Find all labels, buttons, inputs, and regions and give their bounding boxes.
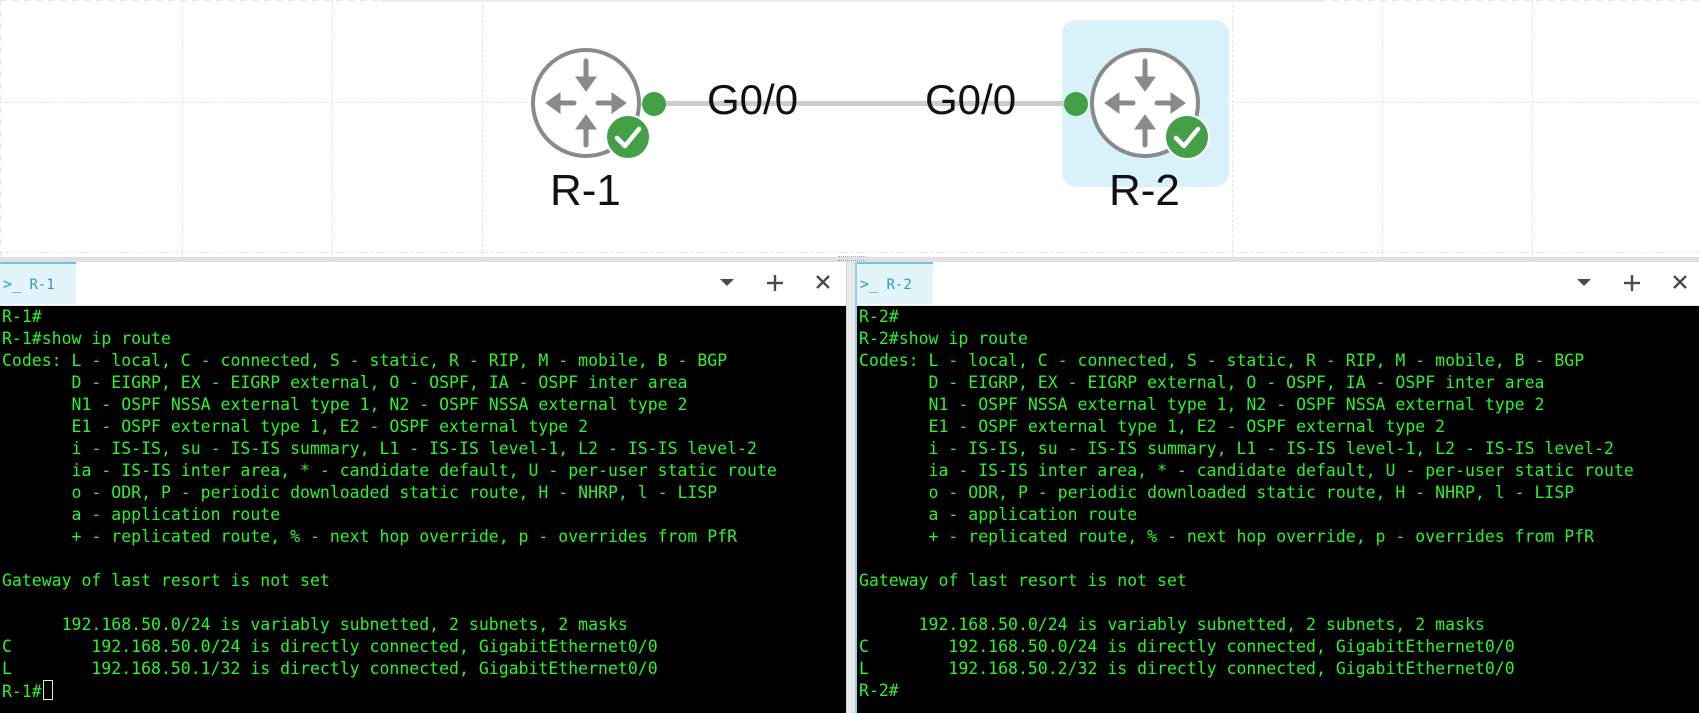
- grid-line: [482, 0, 483, 257]
- topology-canvas[interactable]: G0/0 R-1 G0/0 R-2: [0, 0, 1699, 257]
- close-pane-button[interactable]: [810, 270, 836, 296]
- terminal-cursor: [42, 680, 53, 700]
- terminal-line: i - IS-IS, su - IS-IS summary, L1 - IS-I…: [859, 439, 1614, 458]
- terminal-line: Codes: L - local, C - connected, S - sta…: [2, 351, 728, 370]
- terminal-line: ia - IS-IS inter area, * - candidate def…: [859, 461, 1634, 480]
- terminal-line: R-2#: [859, 307, 899, 326]
- terminal-line: C 192.168.50.0/24 is directly connected,…: [859, 637, 1515, 656]
- terminal-prompt-line: R-2#: [859, 680, 1699, 702]
- terminal-line: E1 - OSPF external type 1, E2 - OSPF ext…: [859, 417, 1446, 436]
- interface-label-r2: G0/0: [925, 76, 1017, 123]
- console-tabbar: >_ R-1: [0, 262, 846, 306]
- terminal-line: + - replicated route, % - next hop overr…: [2, 527, 738, 546]
- terminal-line: o - ODR, P - periodic downloaded static …: [2, 483, 718, 502]
- terminal-line: L 192.168.50.2/32 is directly connected,…: [859, 659, 1515, 678]
- terminal-output[interactable]: R-1# R-1#show ip route Codes: L - local, C…: [0, 306, 846, 713]
- canvas-top-strip: [380, 0, 1325, 2]
- grid-line: [182, 0, 183, 257]
- terminal-line: Codes: L - local, C - connected, S - sta…: [859, 351, 1585, 370]
- terminal-line: i - IS-IS, su - IS-IS summary, L1 - IS-I…: [2, 439, 757, 458]
- terminal-prompt: R-1#: [2, 682, 42, 701]
- terminal-prompt-icon: >_: [3, 275, 22, 293]
- terminal-line: ia - IS-IS inter area, * - candidate def…: [2, 461, 777, 480]
- check-icon: [605, 114, 651, 160]
- terminal-prompt-icon: >_: [860, 275, 879, 293]
- close-icon: [1673, 275, 1687, 289]
- splitter-grip-handle[interactable]: [838, 256, 866, 261]
- port-r1-g0-0[interactable]: [642, 92, 666, 116]
- console-pane-r1: >_ R-1 R-1# R-1#show ip route Codes: L - l…: [0, 262, 846, 713]
- grid-line: [332, 0, 333, 257]
- terminal-line: L 192.168.50.1/32 is directly connected,…: [2, 659, 658, 678]
- terminal-line: N1 - OSPF NSSA external type 1, N2 - OSP…: [859, 395, 1545, 414]
- terminal-line: D - EIGRP, EX - EIGRP external, O - OSPF…: [859, 373, 1545, 392]
- new-tab-button[interactable]: [762, 270, 788, 296]
- grid-line: [0, 252, 1699, 253]
- terminal-line: C 192.168.50.0/24 is directly connected,…: [2, 637, 658, 656]
- caret-down-icon: [1577, 279, 1591, 286]
- terminal-prompt-line: R-1#: [2, 680, 846, 702]
- terminal-prompt: R-2#: [859, 681, 899, 700]
- console-tab-r1[interactable]: >_ R-1: [0, 262, 76, 304]
- terminal-line: R-2#show ip route: [859, 329, 1028, 348]
- terminal-line: o - ODR, P - periodic downloaded static …: [859, 483, 1575, 502]
- console-tabbar: >_ R-2: [857, 262, 1699, 306]
- close-icon: [816, 275, 830, 289]
- plus-icon: [767, 275, 783, 291]
- plus-icon: [1624, 275, 1640, 291]
- active-pane-indicator: [855, 262, 857, 713]
- console-tab-label: R-2: [886, 277, 912, 293]
- terminal-line: E1 - OSPF external type 1, E2 - OSPF ext…: [2, 417, 589, 436]
- terminal-output[interactable]: R-2# R-2#show ip route Codes: L - local, C…: [857, 306, 1699, 713]
- terminal-line: N1 - OSPF NSSA external type 1, N2 - OSP…: [2, 395, 688, 414]
- node-r2[interactable]: [1089, 47, 1210, 160]
- terminal-line: R-1#show ip route: [2, 329, 171, 348]
- grid-line: [1532, 0, 1533, 257]
- terminal-line: a - application route: [859, 505, 1138, 524]
- node-r1[interactable]: [530, 47, 651, 160]
- node-label-r1: R-1: [550, 166, 621, 215]
- console-tab-r2[interactable]: >_ R-2: [857, 262, 933, 304]
- grid-line: [1382, 0, 1383, 257]
- grid-line: [1232, 0, 1233, 257]
- new-tab-button[interactable]: [1619, 270, 1645, 296]
- console-pane-r2: >_ R-2 R-2# R-2#show ip route Codes: L - l…: [857, 262, 1699, 713]
- terminal-line: a - application route: [2, 505, 281, 524]
- terminal-line: Gateway of last resort is not set: [859, 571, 1187, 590]
- caret-down-icon: [720, 279, 734, 286]
- terminal-line: 192.168.50.0/24 is variably subnetted, 2…: [859, 615, 1485, 634]
- terminal-line: 192.168.50.0/24 is variably subnetted, 2…: [2, 615, 628, 634]
- port-r2-g0-0[interactable]: [1064, 92, 1088, 116]
- close-pane-button[interactable]: [1667, 270, 1693, 296]
- tab-dropdown-button[interactable]: [714, 270, 740, 296]
- node-label-r2: R-2: [1109, 166, 1180, 215]
- terminal-line: D - EIGRP, EX - EIGRP external, O - OSPF…: [2, 373, 688, 392]
- tab-dropdown-button[interactable]: [1571, 270, 1597, 296]
- terminal-line: Gateway of last resort is not set: [2, 571, 330, 590]
- terminal-line: R-1#: [2, 307, 42, 326]
- console-tab-label: R-1: [29, 277, 55, 293]
- check-icon: [1164, 114, 1210, 160]
- terminal-line: + - replicated route, % - next hop overr…: [859, 527, 1595, 546]
- interface-label-r1: G0/0: [707, 76, 799, 123]
